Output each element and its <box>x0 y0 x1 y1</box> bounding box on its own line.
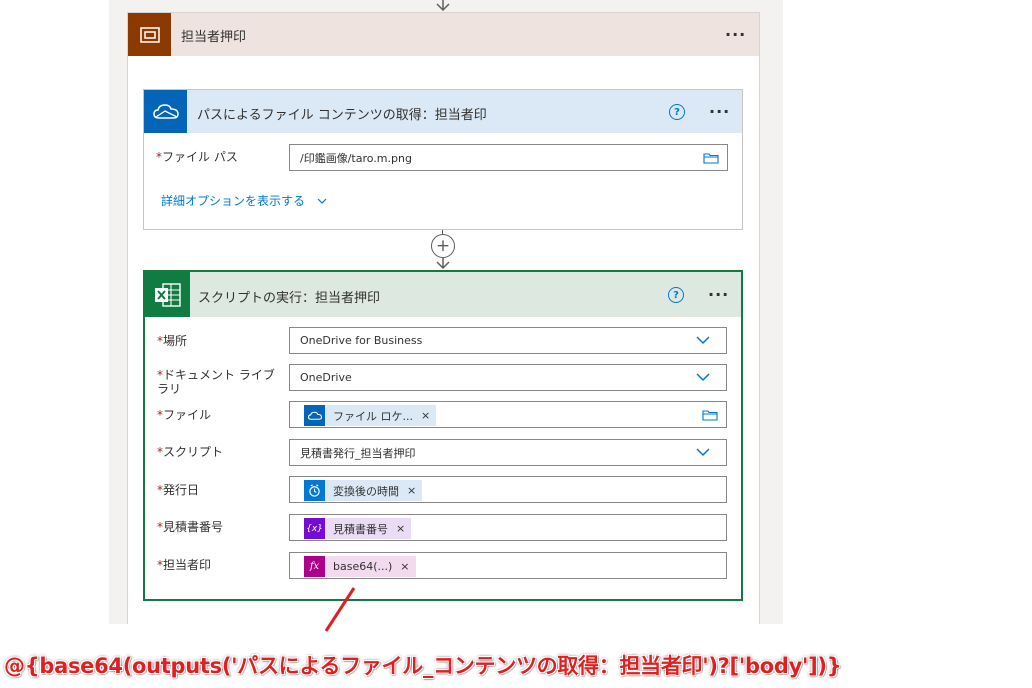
file-input[interactable]: ファイル ロケ... × <box>289 401 727 428</box>
field-label-file-path: *ファイル パス <box>156 150 238 164</box>
folder-icon[interactable] <box>703 152 719 164</box>
onedrive-icon <box>144 90 187 133</box>
action-run-script-card: スクリプトの実行：担当者押印 ? ··· *場所 OneDrive for Bu… <box>143 270 743 601</box>
folder-icon[interactable] <box>702 409 718 421</box>
remove-token-icon[interactable]: × <box>407 484 422 497</box>
connector-arrow-icon <box>436 0 450 12</box>
add-step-button[interactable]: + <box>431 234 455 258</box>
remove-token-icon[interactable]: × <box>400 560 415 573</box>
file-path-input[interactable]: /印鑑画像/taro.m.png <box>289 144 728 171</box>
field-label-script: *スクリプト <box>157 445 224 459</box>
action-run-script-more-button[interactable]: ··· <box>708 285 729 304</box>
action-get-file-more-button[interactable]: ··· <box>709 102 730 121</box>
field-label-document-library: *ドキュメント ライブラリ <box>157 368 275 396</box>
action-get-file-card: パスによるファイル コンテンツの取得：担当者印 ? ··· *ファイル パス /… <box>143 89 743 230</box>
help-icon[interactable]: ? <box>669 104 685 120</box>
script-dropdown[interactable]: 見積書発行_担当者押印 <box>289 439 727 466</box>
remove-token-icon[interactable]: × <box>421 409 436 422</box>
field-label-stamp: *担当者印 <box>157 558 212 572</box>
action-run-script-header[interactable]: スクリプトの実行：担当者押印 ? ··· <box>145 272 741 317</box>
scope-title: 担当者押印 <box>181 30 247 45</box>
scope-header[interactable]: 担当者押印 ··· <box>128 13 759 56</box>
action-get-file-title: パスによるファイル コンテンツの取得：担当者印 <box>197 108 487 123</box>
quote-number-input[interactable]: {x} 見積書番号 × <box>289 514 727 541</box>
field-label-file: *ファイル <box>157 408 212 422</box>
action-get-file-header[interactable]: パスによるファイル コンテンツの取得：担当者印 ? ··· <box>144 90 742 133</box>
field-label-issue-date: *発行日 <box>157 483 200 497</box>
action-run-script-title: スクリプトの実行：担当者押印 <box>198 291 381 306</box>
annotation-pointer-line <box>324 587 356 632</box>
help-icon[interactable]: ? <box>668 287 684 303</box>
chevron-down-icon <box>696 448 710 457</box>
connector-arrow-icon <box>436 258 450 270</box>
document-library-dropdown[interactable]: OneDrive <box>289 364 727 391</box>
remove-token-icon[interactable]: × <box>396 522 411 535</box>
field-label-quote-number: *見積書番号 <box>157 520 224 534</box>
dynamic-content-token[interactable]: {x} 見積書番号 × <box>304 518 412 539</box>
chevron-down-icon <box>696 336 710 345</box>
scope-icon <box>128 13 171 56</box>
chevron-down-icon <box>317 198 327 204</box>
variable-icon: {x} <box>304 518 325 539</box>
excel-icon <box>145 272 190 317</box>
issue-date-input[interactable]: 変換後の時間 × <box>289 476 727 503</box>
expression-token[interactable]: fx base64(...) × <box>304 556 416 577</box>
field-label-location: *場所 <box>157 334 188 348</box>
chevron-down-icon <box>696 373 710 382</box>
dynamic-content-token[interactable]: ファイル ロケ... × <box>304 405 437 426</box>
dynamic-content-token[interactable]: 変換後の時間 × <box>304 480 423 501</box>
location-dropdown[interactable]: OneDrive for Business <box>289 327 727 354</box>
annotation-expression: @{base64(outputs('パスによるファイル_コンテンツの取得：担当者… <box>4 654 842 678</box>
scope-more-button[interactable]: ··· <box>725 25 746 44</box>
advanced-options-link[interactable]: 詳細オプションを表示する <box>161 192 327 209</box>
function-icon: fx <box>304 556 325 577</box>
onedrive-icon <box>304 405 325 426</box>
clock-icon <box>304 480 325 501</box>
stamp-input[interactable]: fx base64(...) × <box>289 552 727 579</box>
